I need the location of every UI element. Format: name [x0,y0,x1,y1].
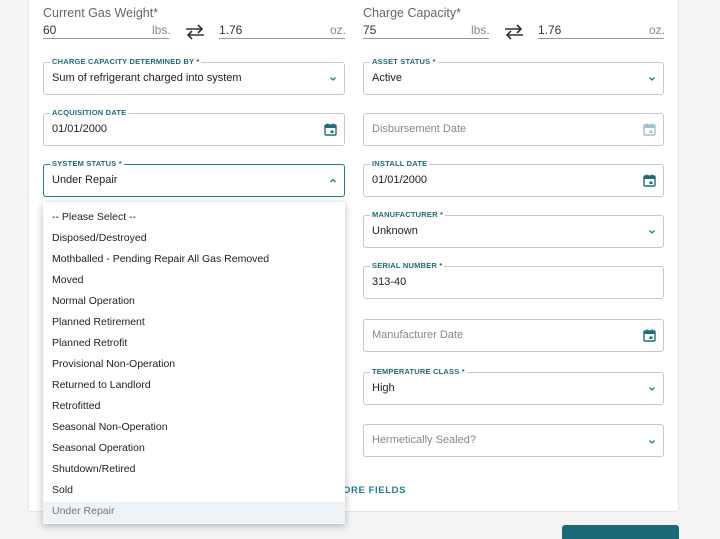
dropdown-option[interactable]: Planned Retrofit [43,334,345,355]
system-status-value: Under Repair [52,174,118,186]
asset-status-value: Active [372,72,402,84]
dropdown-option[interactable]: Sold [43,481,345,502]
current-gas-weight-oz-input[interactable]: 1.76 [219,23,242,37]
charge-capacity-determined-by-select[interactable]: CHARGE CAPACITY DETERMINED BY * Sum of r… [43,57,345,95]
chevron-down-icon [649,387,655,391]
chevron-down-icon [330,77,336,81]
asset-status-label: ASSET STATUS * [370,57,438,67]
dropdown-option[interactable]: Under Repair [43,502,345,523]
serial-number-input[interactable]: SERIAL NUMBER * 313-40 [363,261,664,299]
asset-status-select[interactable]: ASSET STATUS * Active [363,57,664,95]
acquisition-date-label: ACQUISITION DATE [50,108,129,118]
charge-capacity-oz-input[interactable]: 1.76 [538,23,561,37]
hermetically-sealed-placeholder: Hermetically Sealed? [372,434,476,446]
calendar-icon[interactable] [324,123,337,136]
manufacturer-label: MANUFACTURER * [370,210,446,220]
hermetically-sealed-select[interactable]: Hermetically Sealed? [363,424,664,457]
dropdown-option[interactable]: Shutdown/Retired [43,460,345,481]
manufacturer-date-input[interactable]: Manufacturer Date [363,319,664,352]
disbursement-date-input[interactable]: Disbursement Date [363,113,664,146]
manufacturer-value: Unknown [372,225,418,237]
calendar-icon[interactable] [643,329,656,342]
acquisition-date-input[interactable]: ACQUISITION DATE 01/01/2000 [43,108,345,146]
manufacturer-select[interactable]: MANUFACTURER * Unknown [363,210,664,248]
swap-arrows-icon[interactable] [184,24,206,40]
charge-capacity-lbs-unit: lbs. [471,23,490,37]
temperature-class-value: High [372,382,395,394]
dropdown-option[interactable]: Moved [43,271,345,292]
manufacturer-date-placeholder: Manufacturer Date [372,329,464,341]
current-gas-weight-lbs-input[interactable]: 60 [43,23,56,37]
swap-arrows-icon[interactable] [503,24,525,40]
charge-capacity-determined-by-label: CHARGE CAPACITY DETERMINED BY * [50,57,202,67]
charge-capacity-lbs-input[interactable]: 75 [363,23,376,37]
temperature-class-select[interactable]: TEMPERATURE CLASS * High [363,367,664,405]
current-gas-weight-oz-unit: oz. [330,23,347,37]
chevron-up-icon [330,178,336,183]
dropdown-option[interactable]: Provisional Non-Operation [43,355,345,376]
dropdown-option[interactable]: Disposed/Destroyed [43,229,345,250]
dropdown-option[interactable]: Planned Retirement [43,313,345,334]
acquisition-date-value: 01/01/2000 [52,123,108,135]
dropdown-option[interactable]: Normal Operation [43,292,345,313]
primary-button[interactable] [562,525,679,539]
system-status-dropdown[interactable]: -- Please Select -- Disposed/Destroyed Mot… [43,202,345,524]
chevron-down-icon [649,77,655,81]
charge-capacity-label: Charge Capacity* [363,6,461,20]
current-gas-weight-lbs-unit: lbs. [152,23,171,37]
install-date-input[interactable]: INSTALL DATE 01/01/2000 [363,159,664,197]
dropdown-option[interactable]: Mothballed - Pending Repair All Gas Remo… [43,250,345,271]
charge-capacity-oz-unit: oz. [649,23,666,37]
temperature-class-label: TEMPERATURE CLASS * [370,367,467,377]
install-date-value: 01/01/2000 [372,174,428,186]
more-fields-link[interactable]: ORE FIELDS [343,485,406,496]
chevron-down-icon [649,440,655,444]
current-gas-weight-label: Current Gas Weight* [43,6,159,20]
serial-number-value: 313-40 [372,276,407,288]
chevron-down-icon [649,230,655,234]
charge-capacity-determined-by-value: Sum of refrigerant charged into system [52,72,242,84]
system-status-select[interactable]: SYSTEM STATUS * Under Repair [43,159,345,197]
dropdown-option[interactable]: Returned to Landlord [43,376,345,397]
install-date-label: INSTALL DATE [370,159,430,169]
dropdown-option[interactable]: -- Please Select -- [43,208,345,229]
serial-number-label: SERIAL NUMBER * [370,261,445,271]
disbursement-date-placeholder: Disbursement Date [372,123,467,135]
dropdown-option[interactable]: Retrofitted [43,397,345,418]
system-status-label: SYSTEM STATUS * [50,159,124,169]
calendar-icon[interactable] [643,174,656,187]
dropdown-option[interactable]: Seasonal Non-Operation [43,418,345,439]
calendar-icon[interactable] [643,123,656,136]
dropdown-option[interactable]: Seasonal Operation [43,439,345,460]
